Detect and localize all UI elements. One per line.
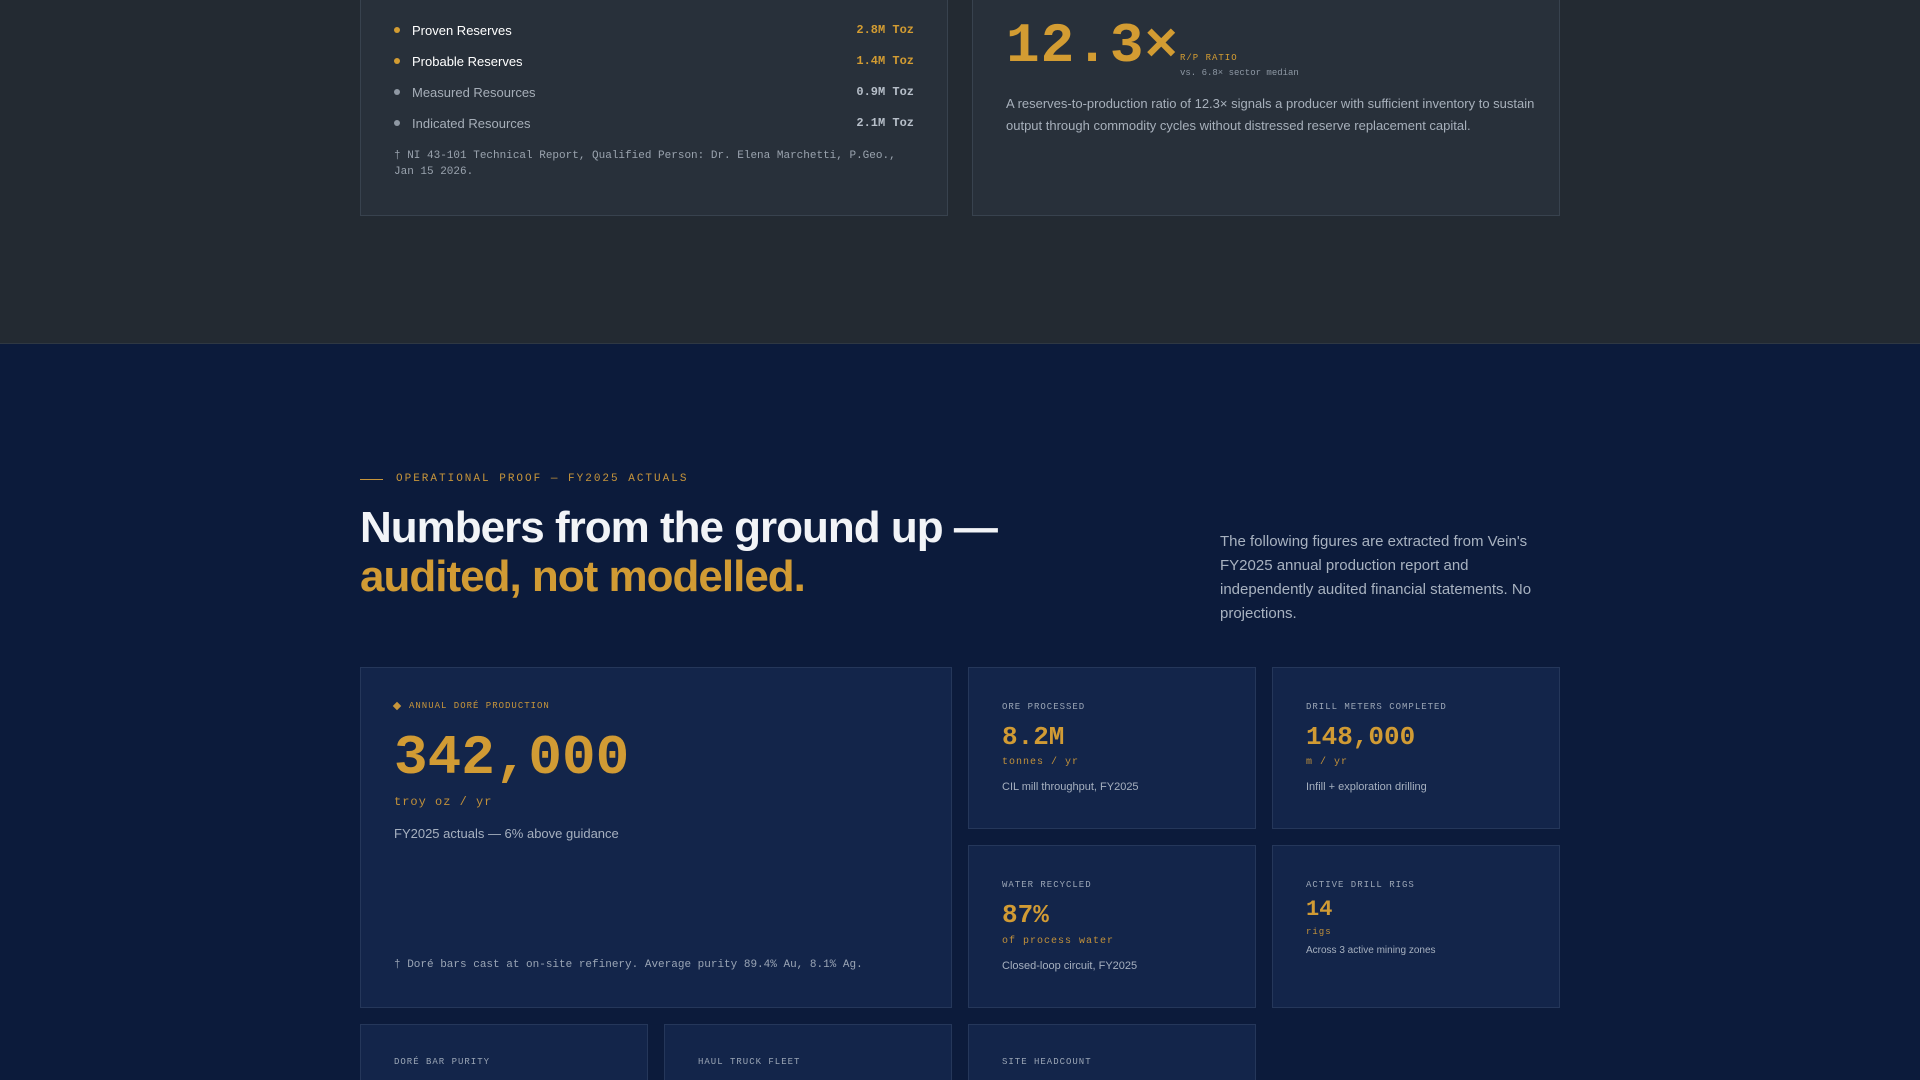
section-intro: The following figures are extracted from…: [1220, 533, 1532, 622]
ore-processed-description: CIL mill throughput, FY2025: [1002, 781, 1139, 793]
active-drill-rigs-card: ACTIVE DRILL RIGS 14 rigs Across 3 activ…: [1272, 845, 1560, 1008]
eyebrow-rule: [360, 478, 383, 480]
reserve-label: Indicated Resources: [412, 115, 531, 131]
rp-ratio-description: A reserves-to-production ratio of 12.3× …: [1006, 96, 1535, 133]
ore-processed-unit: tonnes / yr: [1002, 757, 1080, 768]
bullet-dot-icon: [394, 89, 400, 95]
reserve-label: Probable Reserves: [412, 53, 523, 69]
rp-ratio-label: R/P RATIO: [1180, 53, 1238, 63]
headline-line-1: Numbers from the ground up —: [360, 503, 998, 552]
annual-production-unit: troy oz / yr: [394, 795, 493, 809]
rp-ratio-comparison: vs. 6.8× sector median: [1180, 68, 1299, 78]
active-drill-rigs-value: 14: [1306, 897, 1333, 922]
active-drill-rigs-label: ACTIVE DRILL RIGS: [1306, 880, 1415, 890]
annual-production-card: ANNUAL DORÉ PRODUCTION 342,000 troy oz /…: [360, 667, 952, 1008]
rp-ratio-value: 12.3×: [1006, 14, 1180, 78]
section-headline: Numbers from the ground up — audited, no…: [360, 503, 998, 601]
active-drill-rigs-description: Across 3 active mining zones: [1306, 945, 1436, 956]
reserve-row: Measured Resources 0.9M Toz: [394, 82, 914, 102]
reserve-label: Measured Resources: [412, 84, 536, 100]
section-eyebrow: OPERATIONAL PROOF — FY2025 ACTUALS: [360, 473, 688, 485]
diamond-icon: [392, 701, 402, 711]
water-recycled-value: 87%: [1002, 900, 1049, 930]
annual-production-label: ANNUAL DORÉ PRODUCTION: [409, 701, 550, 711]
active-drill-rigs-unit: rigs: [1306, 927, 1332, 937]
bullet-dot-icon: [394, 27, 400, 33]
haul-truck-fleet-card: HAUL TRUCK FLEET: [664, 1024, 952, 1080]
eyebrow-text: OPERATIONAL PROOF — FY2025 ACTUALS: [396, 473, 689, 485]
annual-production-label-row: ANNUAL DORÉ PRODUCTION: [392, 701, 550, 711]
annual-production-value: 342,000: [394, 726, 630, 790]
dore-purity-card: DORÉ BAR PURITY: [360, 1024, 648, 1080]
reserve-value: 2.1M Toz: [856, 116, 914, 130]
water-recycled-unit: of process water: [1002, 936, 1115, 947]
reserve-value: 0.9M Toz: [856, 85, 914, 99]
reserve-row: Indicated Resources 2.1M Toz: [394, 113, 914, 133]
drill-meters-description: Infill + exploration drilling: [1306, 781, 1427, 793]
ore-processed-label: ORE PROCESSED: [1002, 702, 1086, 712]
reserves-section: Proven Reserves 2.8M Toz Probable Reserves…: [0, 0, 1920, 344]
reserve-label: Proven Reserves: [412, 22, 512, 38]
water-recycled-label: WATER RECYCLED: [1002, 880, 1092, 890]
ore-processed-value: 8.2M: [1002, 722, 1065, 752]
dore-purity-label: DORÉ BAR PURITY: [394, 1057, 491, 1067]
site-headcount-label: SITE HEADCOUNT: [1002, 1057, 1092, 1067]
reserve-value: 2.8M Toz: [856, 23, 914, 37]
water-recycled-card: WATER RECYCLED 87% of process water Clos…: [968, 845, 1256, 1008]
reserve-value: 1.4M Toz: [856, 54, 914, 68]
annual-production-description: FY2025 actuals — 6% above guidance: [394, 826, 619, 841]
bullet-dot-icon: [394, 58, 400, 64]
bullet-dot-icon: [394, 120, 400, 126]
drill-meters-unit: m / yr: [1306, 757, 1349, 768]
drill-meters-value: 148,000: [1306, 722, 1416, 752]
water-recycled-description: Closed-loop circuit, FY2025: [1002, 960, 1138, 972]
reserves-card: Proven Reserves 2.8M Toz Probable Reserves…: [360, 0, 948, 216]
drill-meters-label: DRILL METERS COMPLETED: [1306, 702, 1447, 712]
headline-line-2: audited, not modelled.: [360, 552, 806, 601]
rp-ratio-card: 12.3× R/P RATIO vs. 6.8× sector median A…: [972, 0, 1560, 216]
reserve-row: Probable Reserves 1.4M Toz: [394, 51, 914, 71]
annual-production-footnote: † Doré bars cast at on-site refinery. Av…: [394, 959, 863, 971]
reserves-footnote: † NI 43-101 Technical Report, Qualified …: [394, 150, 896, 178]
reserve-row: Proven Reserves 2.8M Toz: [394, 20, 914, 40]
site-headcount-card: SITE HEADCOUNT: [968, 1024, 1256, 1080]
drill-meters-card: DRILL METERS COMPLETED 148,000 m / yr In…: [1272, 667, 1560, 829]
ore-processed-card: ORE PROCESSED 8.2M tonnes / yr CIL mill …: [968, 667, 1256, 829]
haul-truck-fleet-label: HAUL TRUCK FLEET: [698, 1057, 801, 1067]
